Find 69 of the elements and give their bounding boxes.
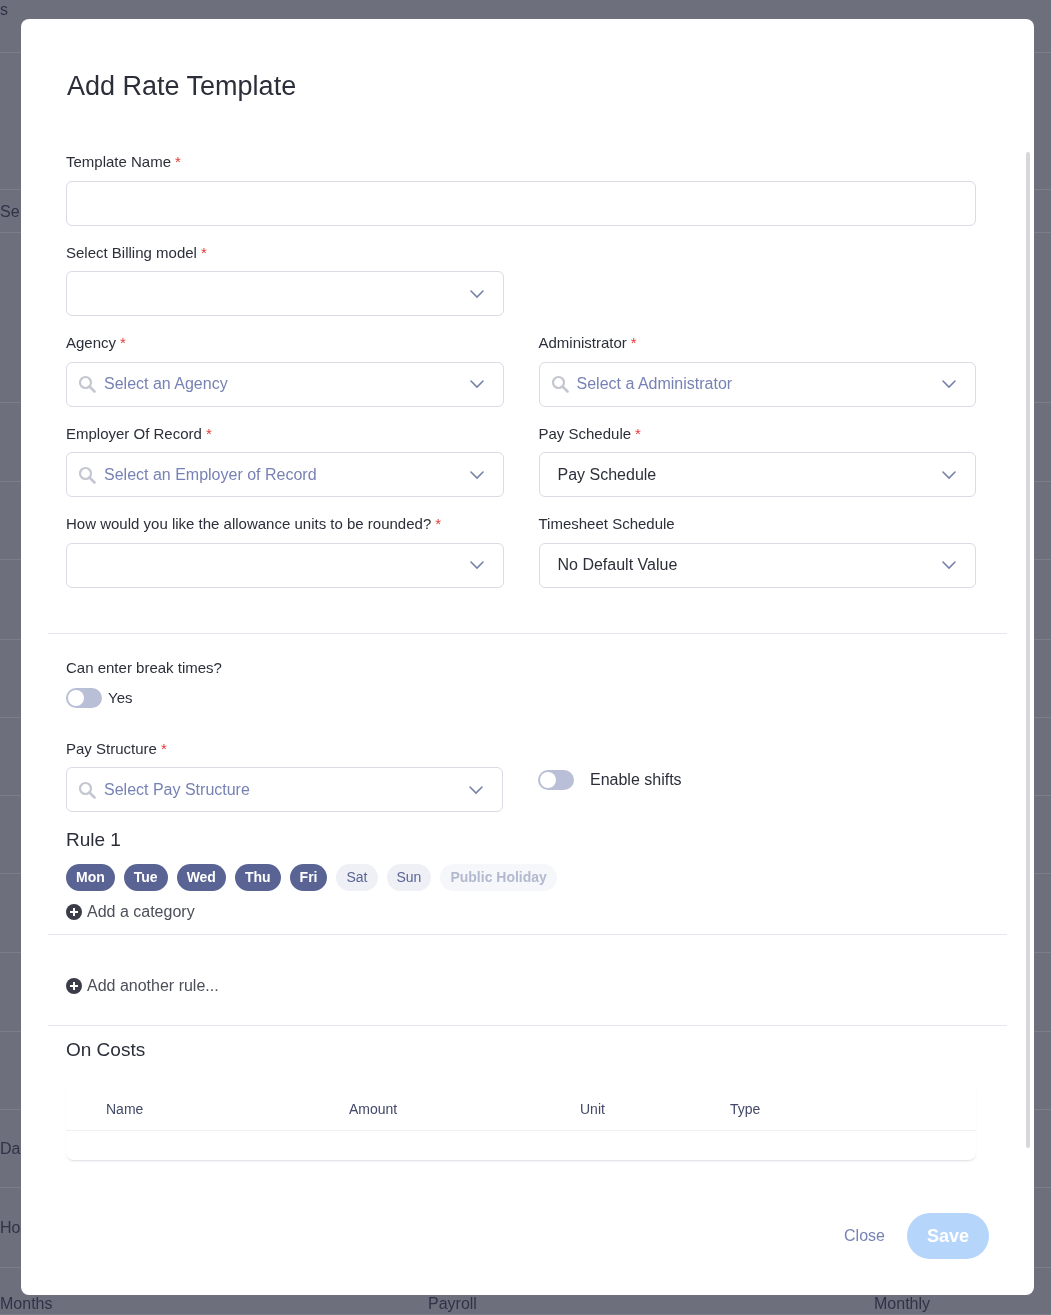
plus-circle-icon [66,903,82,920]
required-mark: * [175,152,181,172]
search-icon [78,375,96,393]
field-label: Agency [66,333,117,353]
select-field[interactable]: Pay Schedule [538,452,976,497]
required-mark: * [120,333,126,353]
background-text: s [0,0,8,20]
search-select-field[interactable]: Select an Employer of Record [66,452,504,497]
chevron-down-icon [468,379,485,389]
required-mark: * [435,514,442,534]
add-category-link[interactable]: Add a category [66,899,195,924]
chevron-down-icon [941,469,957,480]
text-input-field[interactable] [66,180,976,226]
dialog-title: Add Rate Template [67,70,298,103]
search-icon [78,780,96,799]
day-chip[interactable]: Wed [176,863,226,891]
required-mark: * [205,423,212,444]
required-mark: * [635,423,641,444]
search-select-field[interactable]: Select Pay Structure [66,767,503,812]
column-header: Unit [580,1100,606,1119]
required-mark: * [200,242,207,263]
search-select-field[interactable]: Select an Agency [66,361,504,407]
column-header: Name [106,1100,145,1119]
day-chip[interactable]: Sat [336,863,378,891]
background-text: Months [0,1294,53,1314]
background-text: Ho [0,1218,21,1238]
search-icon [78,465,96,484]
chevron-down-icon [468,560,485,570]
field-label: Timesheet Schedule [538,514,675,534]
column-header: Type [730,1100,761,1119]
field-label: Administrator [538,333,627,353]
column-header: Amount [349,1100,399,1119]
field-label: Employer Of Record [66,423,202,444]
search-select-field[interactable]: Select a Administrator [538,361,976,407]
toggle-switch[interactable] [538,769,574,790]
chevron-down-icon [941,560,957,570]
day-chip[interactable]: Fri [289,863,328,891]
field-label: Select Billing model [66,242,197,263]
toggle-label: Yes [108,688,133,708]
rule-title: Rule 1 [66,828,122,852]
field-label: Pay Schedule [538,423,632,444]
select-field[interactable]: No Default Value [538,542,976,588]
background-text: Payroll [428,1294,477,1314]
field-label: How would you like the allowance units to be rounded? [66,514,432,534]
select-field[interactable] [66,542,504,588]
toggle-label: Enable shifts [590,769,682,790]
select-field[interactable] [66,271,504,316]
add-rule-link[interactable]: Add another rule... [66,973,219,998]
background-text: Se [0,201,20,222]
day-chip[interactable]: Thu [234,863,281,891]
day-chip[interactable]: Tue [123,863,168,891]
chevron-down-icon [468,469,485,480]
chevron-down-icon [468,288,485,299]
chevron-down-icon [468,784,484,795]
field-label: Can enter break times? [66,657,223,678]
background-text: Monthly [874,1294,931,1314]
day-chip[interactable]: Sun [386,863,432,891]
required-mark: * [630,333,637,353]
toggle-switch[interactable] [66,688,102,709]
required-mark: * [160,738,167,759]
chevron-down-icon [941,379,957,389]
search-icon [550,375,569,393]
field-label: Pay Structure [66,738,157,759]
section-title: On Costs [66,1037,147,1062]
background-text: Da [0,1139,21,1159]
close-button[interactable]: Close [840,1224,889,1248]
field-label: Template Name [66,152,172,172]
plus-circle-icon [66,977,82,994]
day-chip[interactable]: Mon [66,863,115,891]
